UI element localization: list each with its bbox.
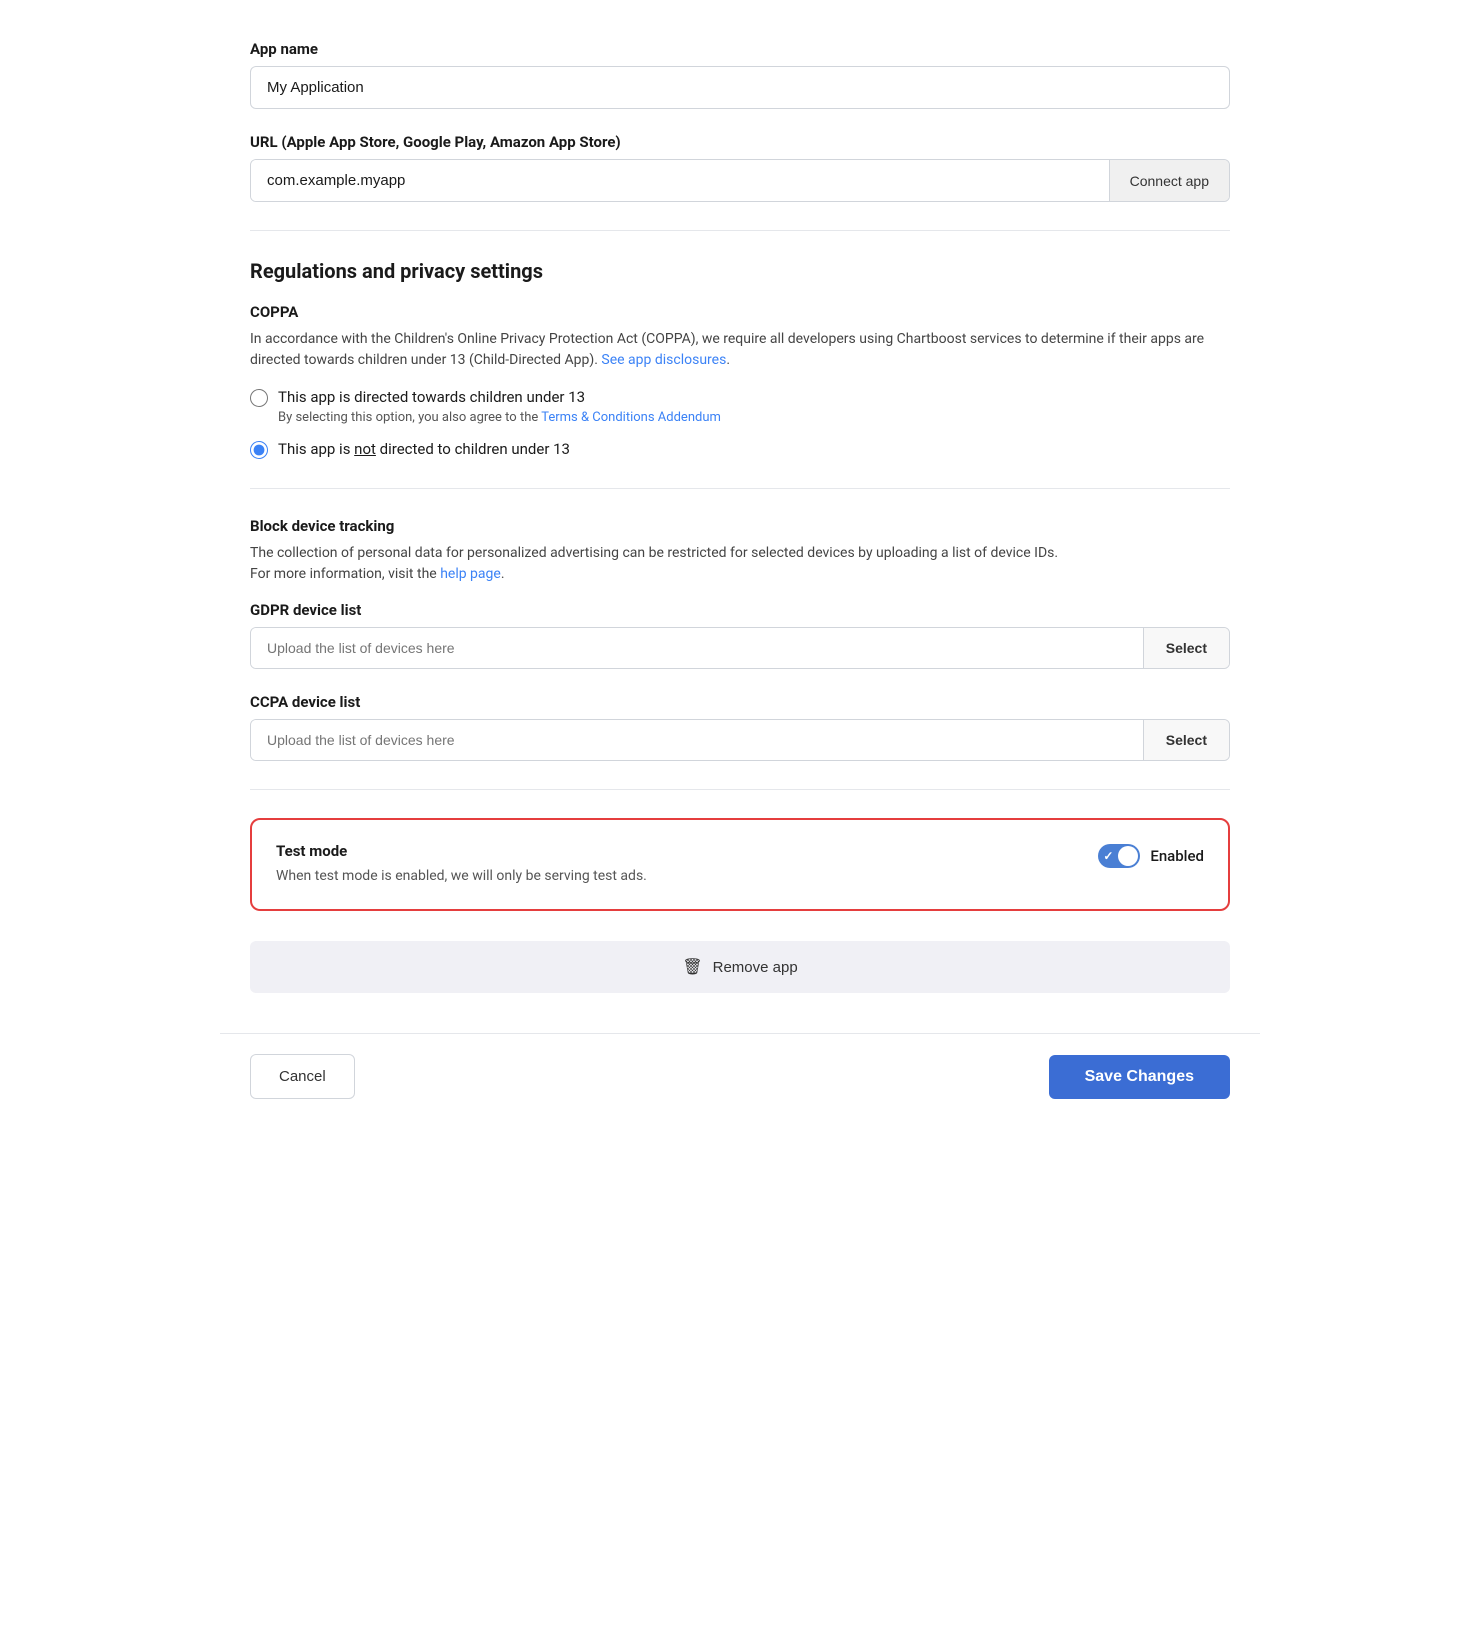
ccpa-select-button[interactable]: Select [1143, 720, 1229, 760]
gdpr-group: GDPR device list Select [250, 601, 1230, 669]
url-group: URL (Apple App Store, Google Play, Amazo… [250, 133, 1230, 202]
section-divider-2 [250, 488, 1230, 489]
coppa-child-sublabel: By selecting this option, you also agree… [278, 410, 721, 425]
test-mode-description: When test mode is enabled, we will only … [276, 866, 696, 887]
coppa-not-child-radio[interactable] [250, 441, 268, 459]
url-label: URL (Apple App Store, Google Play, Amazo… [250, 133, 1230, 151]
toggle-checkmark-icon: ✓ [1103, 849, 1113, 863]
ccpa-group: CCPA device list Select [250, 693, 1230, 761]
coppa-child-option: This app is directed towards children un… [250, 387, 1230, 425]
coppa-title: COPPA [250, 303, 1230, 321]
test-mode-box: Test mode When test mode is enabled, we … [250, 818, 1230, 911]
gdpr-input-row: Select [250, 627, 1230, 669]
block-tracking-desc1: The collection of personal data for pers… [250, 545, 1058, 561]
footer-bar: Cancel Save Changes [220, 1033, 1260, 1119]
ccpa-label: CCPA device list [250, 693, 1230, 711]
ccpa-input-row: Select [250, 719, 1230, 761]
toggle-slider: ✓ [1098, 844, 1140, 868]
ccpa-input[interactable] [251, 720, 1143, 760]
coppa-not-child-prefix: This app is [278, 440, 354, 458]
see-disclosures-link[interactable]: See app disclosures [601, 352, 726, 368]
coppa-not-child-suffix: directed to children under 13 [376, 440, 570, 458]
save-changes-button[interactable]: Save Changes [1049, 1055, 1230, 1099]
app-name-label: App name [250, 40, 1230, 58]
app-name-group: App name [250, 40, 1230, 109]
page-container: App name URL (Apple App Store, Google Pl… [220, 0, 1260, 1652]
test-mode-toggle-label: Enabled [1150, 847, 1204, 865]
terms-conditions-link[interactable]: Terms & Conditions Addendum [541, 410, 721, 425]
block-tracking-group: Block device tracking The collection of … [250, 517, 1230, 585]
coppa-child-radio[interactable] [250, 389, 268, 407]
test-mode-content: Test mode When test mode is enabled, we … [276, 842, 1068, 887]
block-tracking-title: Block device tracking [250, 517, 1230, 535]
app-name-input[interactable] [250, 66, 1230, 109]
regulations-title: Regulations and privacy settings [250, 259, 1230, 283]
cancel-button[interactable]: Cancel [250, 1054, 355, 1099]
url-input[interactable] [251, 160, 1109, 201]
test-mode-toggle-switch[interactable]: ✓ [1098, 844, 1140, 868]
remove-app-label: Remove app [713, 959, 798, 976]
coppa-not-child-underline: not [354, 440, 376, 458]
coppa-radio-group: This app is directed towards children un… [250, 387, 1230, 460]
coppa-child-label[interactable]: This app is directed towards children un… [278, 388, 585, 406]
gdpr-select-button[interactable]: Select [1143, 628, 1229, 668]
section-divider-1 [250, 230, 1230, 231]
regulations-section: Regulations and privacy settings COPPA I… [250, 259, 1230, 761]
block-tracking-description: The collection of personal data for pers… [250, 543, 1230, 585]
gdpr-label: GDPR device list [250, 601, 1230, 619]
coppa-description: In accordance with the Children's Online… [250, 329, 1230, 371]
url-input-row: Connect app [250, 159, 1230, 202]
remove-app-button[interactable]: 🗑 Remove app [250, 941, 1230, 993]
coppa-group: COPPA In accordance with the Children's … [250, 303, 1230, 460]
section-divider-3 [250, 789, 1230, 790]
coppa-not-child-label[interactable]: This app is not directed to children und… [278, 439, 570, 460]
coppa-not-child-option: This app is not directed to children und… [250, 439, 1230, 460]
block-tracking-desc2: For more information, visit the [250, 566, 440, 582]
gdpr-input[interactable] [251, 628, 1143, 668]
connect-app-button[interactable]: Connect app [1109, 160, 1229, 201]
coppa-sublabel-prefix: By selecting this option, you also agree… [278, 410, 541, 425]
block-tracking-end: . [501, 566, 505, 582]
test-mode-title: Test mode [276, 842, 1068, 860]
help-page-link[interactable]: help page [440, 566, 501, 582]
trash-icon: 🗑 [682, 957, 702, 977]
test-mode-toggle-area: ✓ Enabled [1098, 844, 1204, 868]
